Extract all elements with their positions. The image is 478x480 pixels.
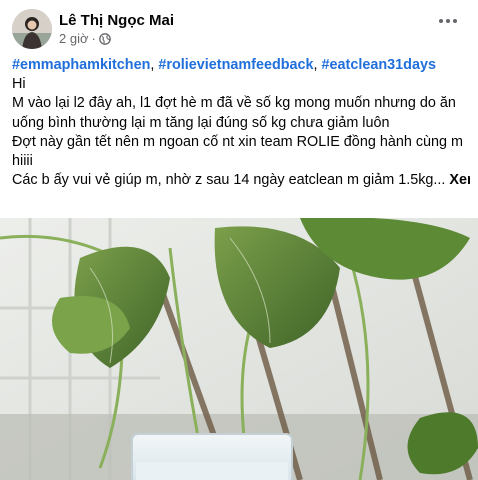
post-text: #emmaphamkitchen, #rolievietnamfeedback,… bbox=[12, 56, 470, 190]
more-options-button[interactable] bbox=[434, 11, 462, 31]
hashtag-link[interactable]: #rolievietnamfeedback bbox=[158, 57, 313, 73]
text-line: uống bình thường lại m tăng lại đúng số … bbox=[12, 114, 390, 131]
post-meta: 2 giờ · bbox=[59, 31, 111, 46]
avatar[interactable] bbox=[12, 9, 52, 49]
more-horizontal-icon bbox=[439, 19, 443, 23]
text-line: hiiii bbox=[12, 153, 33, 170]
post-time[interactable]: 2 giờ bbox=[59, 31, 89, 46]
hashtag-line: #emmaphamkitchen, #rolievietnamfeedback,… bbox=[12, 56, 470, 75]
plant-photo-illustration bbox=[0, 218, 478, 480]
hashtag-link[interactable]: #emmaphamkitchen bbox=[12, 57, 150, 73]
more-dot bbox=[446, 19, 450, 23]
post-photo[interactable] bbox=[0, 218, 478, 480]
hashtag-link[interactable]: #eatclean31days bbox=[322, 57, 436, 73]
author-name[interactable]: Lê Thị Ngọc Mai bbox=[59, 12, 174, 29]
see-more-link[interactable]: Xem thêm bbox=[449, 172, 470, 188]
globe-icon[interactable] bbox=[98, 32, 111, 45]
text-line: M vào lại l2 đây ah, l1 đợt hè m đã về s… bbox=[12, 95, 456, 112]
post-header: Lê Thị Ngọc Mai 2 giờ · bbox=[12, 9, 466, 49]
facebook-post: Lê Thị Ngọc Mai 2 giờ · #emmaphamkitchen… bbox=[0, 0, 478, 480]
text-line-last: Các b ấy vui vẻ giúp m, nhờ z sau 14 ngà… bbox=[12, 171, 470, 190]
meta-separator: · bbox=[91, 31, 96, 46]
text-line: Đợt này gần tết nên m ngoan cố nt xin te… bbox=[12, 133, 464, 150]
text-line: Hi bbox=[12, 76, 26, 93]
text-line: Các b ấy vui vẻ giúp m, nhờ z sau 14 ngà… bbox=[12, 172, 446, 189]
more-dot bbox=[453, 19, 457, 23]
hashtag-separator: , bbox=[313, 57, 322, 73]
